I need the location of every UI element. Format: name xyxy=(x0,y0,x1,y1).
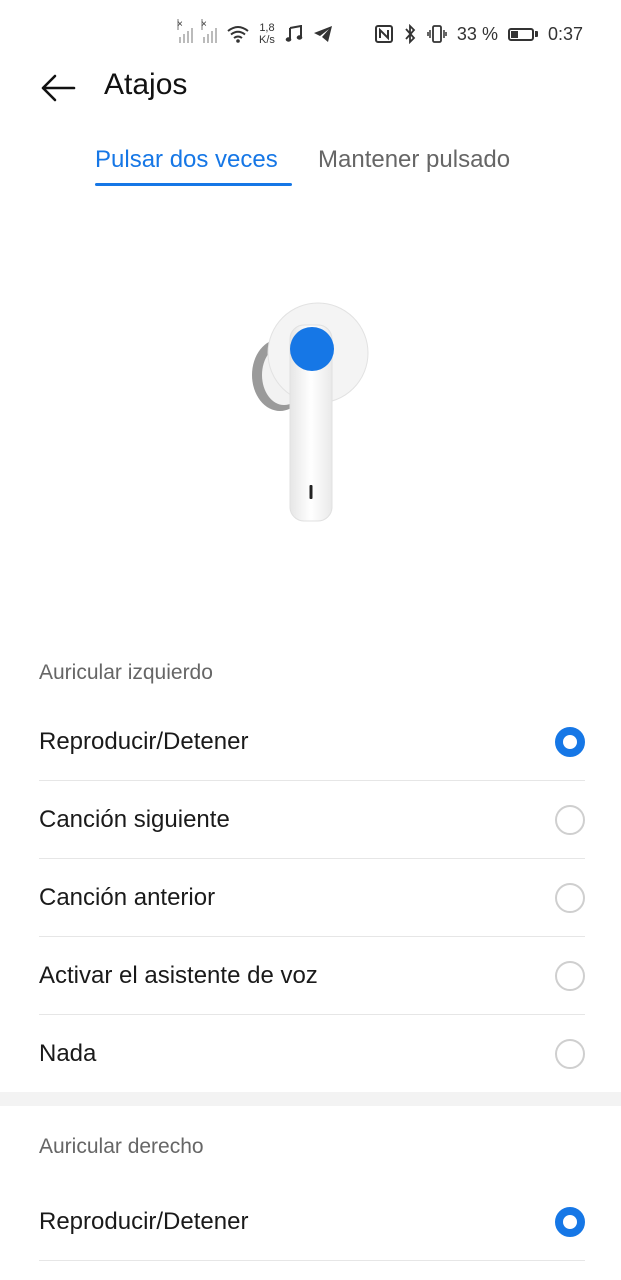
divider xyxy=(39,1260,585,1261)
option-label: Reproducir/Detener xyxy=(39,728,249,755)
option-left-nothing[interactable]: Nada xyxy=(39,1015,585,1093)
option-label: Canción anterior xyxy=(39,884,216,911)
status-bar: × × 1,8 K/s 33 % 0:37 xyxy=(0,0,621,72)
radio-button[interactable] xyxy=(555,883,585,913)
battery-percent: 33 % xyxy=(456,23,498,44)
option-left-next-song[interactable]: Canción siguiente xyxy=(39,781,585,859)
option-left-previous-song[interactable]: Canción anterior xyxy=(39,859,585,937)
section-label-right: Auricular derecho xyxy=(39,1135,204,1158)
signal-2-icon: × xyxy=(201,19,218,43)
option-right-play-pause[interactable]: Reproducir/Detener xyxy=(39,1183,585,1261)
tab-bar: Pulsar dos veces Mantener pulsado xyxy=(0,140,621,190)
option-left-voice-assistant[interactable]: Activar el asistente de voz xyxy=(39,937,585,1015)
music-note-icon xyxy=(285,25,303,42)
signal-1-icon: × xyxy=(177,19,194,43)
tab-long-press[interactable]: Mantener pulsado xyxy=(318,146,510,174)
network-speed-value: 1,8 xyxy=(259,22,275,34)
page-title: Atajos xyxy=(104,68,188,101)
clock: 0:37 xyxy=(547,23,583,44)
option-label: Canción siguiente xyxy=(39,806,230,833)
bluetooth-icon xyxy=(405,24,416,44)
telegram-icon xyxy=(313,26,332,42)
tab-active-indicator xyxy=(95,183,292,186)
back-arrow-icon xyxy=(41,74,76,102)
nfc-icon xyxy=(374,25,393,43)
option-label: Nada xyxy=(39,1040,97,1067)
option-label: Activar el asistente de voz xyxy=(39,962,318,989)
tab-double-tap[interactable]: Pulsar dos veces xyxy=(95,146,278,174)
battery-icon xyxy=(507,27,538,41)
network-speed: 1,8 K/s xyxy=(259,22,275,46)
earbud-illustration xyxy=(252,302,369,522)
wifi-icon xyxy=(227,26,249,43)
radio-button[interactable] xyxy=(555,1039,585,1069)
back-button[interactable] xyxy=(36,66,80,110)
option-left-play-pause[interactable]: Reproducir/Detener xyxy=(39,703,585,781)
radio-button[interactable] xyxy=(555,1207,585,1237)
section-label-left: Auricular izquierdo xyxy=(39,661,213,684)
status-icons: × × 1,8 K/s 33 % 0:37 xyxy=(177,19,583,46)
section-separator xyxy=(0,1092,621,1106)
radio-button[interactable] xyxy=(555,961,585,991)
vibrate-icon xyxy=(427,25,447,43)
option-label: Reproducir/Detener xyxy=(39,1208,249,1235)
radio-button[interactable] xyxy=(555,805,585,835)
radio-button[interactable] xyxy=(555,727,585,757)
network-speed-unit: K/s xyxy=(259,34,275,46)
